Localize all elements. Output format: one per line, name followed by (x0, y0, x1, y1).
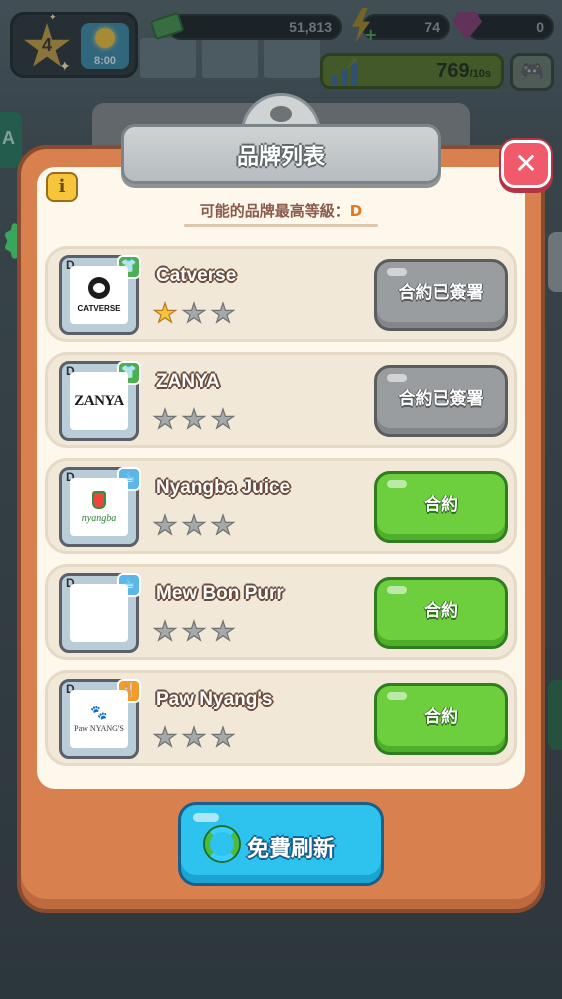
info-icon: i (58, 176, 66, 197)
brand-row-paw-nyangs: D 🍴 🐾 Paw NYANG'S Paw Nyang's 合約 (45, 670, 517, 766)
close-icon: ✕ (514, 147, 538, 180)
contract-button[interactable]: 合約 (374, 471, 508, 543)
brand-name: ZANYA (156, 371, 220, 392)
star-empty-icon (181, 619, 207, 642)
brand-stars (152, 725, 236, 750)
max-grade-text: 可能的品牌最高等級： (199, 202, 350, 220)
contract-signed-button[interactable]: 合約已簽署 (374, 365, 508, 437)
brand-name: Paw Nyang's (156, 689, 273, 710)
contract-signed-button[interactable]: 合約已簽署 (374, 259, 508, 331)
contract-button[interactable]: 合約 (374, 683, 508, 755)
cat-face-icon (88, 277, 110, 299)
modal-title-plate: 品牌列表 (121, 124, 441, 184)
contract-button[interactable]: 合約 (374, 577, 508, 649)
brand-name: Nyangba Juice (156, 477, 291, 498)
brand-logo-frame[interactable]: D 🍴 🐾 Paw NYANG'S (59, 679, 141, 759)
modal-title: 品牌列表 (236, 145, 325, 170)
star-empty-icon (181, 407, 207, 430)
brand-stars (152, 407, 236, 432)
star-empty-icon (181, 301, 207, 324)
nyangba-logo-text: nyangba (81, 512, 117, 524)
star-empty-icon (210, 513, 236, 536)
brand-stars (152, 513, 236, 538)
brand-row-mew-bon-purr: D ☕ mew bon purr Mew Bon Purr 合約 (45, 564, 517, 660)
star-empty-icon (210, 301, 236, 324)
star-empty-icon (210, 407, 236, 430)
brand-row-nyangba-juice: D ☕ nyangba Nyangba Juice 合約 (45, 458, 517, 554)
brand-logo-frame[interactable]: D ☕ nyangba (59, 467, 141, 547)
brand-stars (152, 301, 236, 326)
paw-nyangs-logo: 🐾 Paw NYANG'S (70, 690, 128, 748)
close-button[interactable]: ✕ (501, 140, 551, 188)
star-empty-icon (152, 407, 178, 430)
paw-icon: 🐾 (90, 704, 108, 721)
nyangba-juice-logo: nyangba (70, 478, 128, 536)
zanya-logo-text: ZANYA (74, 392, 124, 409)
zanya-logo: ZANYA (70, 372, 128, 430)
brand-row-zanya: D 👕 ZANYA ZANYA 合約已簽署 (45, 352, 517, 448)
brand-name: Catverse (156, 265, 237, 286)
star-empty-icon (210, 725, 236, 748)
brand-logo-frame[interactable]: D ☕ mew bon purr (59, 573, 141, 653)
star-empty-icon (181, 725, 207, 748)
refresh-icon (205, 827, 239, 861)
star-empty-icon (210, 619, 236, 642)
star-empty-icon (152, 619, 178, 642)
brand-name: Mew Bon Purr (156, 583, 284, 604)
star-empty-icon (152, 513, 178, 536)
grade-divider (184, 224, 378, 227)
brand-logo-frame[interactable]: D 👕 CATVERSE (59, 255, 141, 335)
brand-stars (152, 619, 236, 644)
star-filled-icon (152, 301, 178, 324)
free-refresh-label: 免費刷新 (247, 837, 336, 862)
juice-cup-icon (92, 490, 106, 509)
free-refresh-button[interactable]: 免費刷新 (178, 802, 384, 886)
catverse-logo-text: CATVERSE (77, 304, 121, 313)
star-empty-icon (152, 725, 178, 748)
brand-logo-frame[interactable]: D 👕 ZANYA (59, 361, 141, 441)
paw-logo-text: Paw NYANG'S (74, 723, 124, 733)
star-empty-icon (181, 513, 207, 536)
catverse-logo: CATVERSE (70, 266, 128, 324)
mew-bon-purr-logo: mew bon purr (70, 584, 128, 642)
brand-row-catverse: D 👕 CATVERSE Catverse 合約已簽署 (45, 246, 517, 342)
max-grade-label: 可能的品牌最高等級：D (185, 200, 377, 221)
info-button[interactable]: i (46, 172, 78, 202)
mew-logo-text: mew bon purr (79, 609, 119, 617)
max-grade-value: D (349, 202, 363, 220)
